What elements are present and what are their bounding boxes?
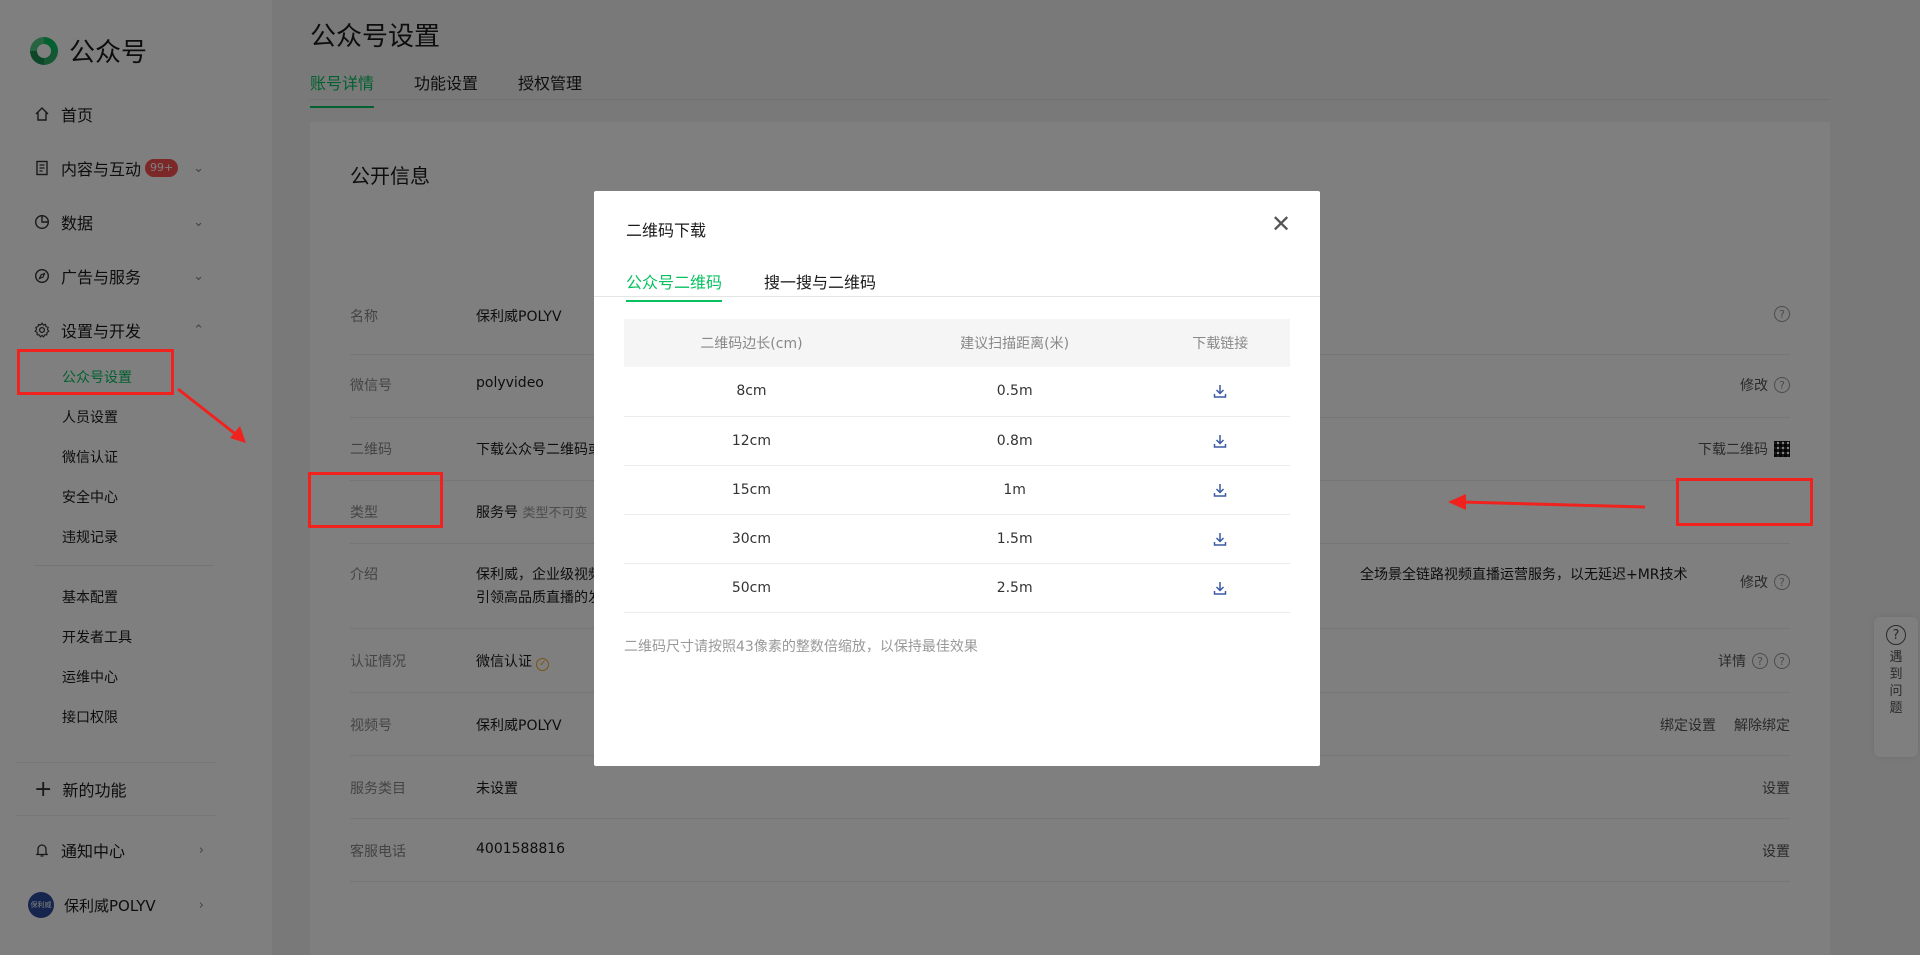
download-icon[interactable] [1212,433,1228,449]
modal-tabs-divider [594,296,1320,297]
distance-cell: 0.8m [878,416,1151,466]
download-cell [1150,367,1290,417]
download-icon[interactable] [1212,383,1228,399]
size-cell: 50cm [624,563,879,613]
tab-official-qrcode[interactable]: 公众号二维码 [626,269,723,302]
tab-search-qrcode[interactable]: 搜一搜与二维码 [764,269,876,302]
column-header: 建议扫描距离(米) [878,319,1151,367]
modal-title: 二维码下载 [626,221,707,240]
download-cell [1150,465,1290,515]
download-cell [1150,514,1290,564]
size-note: 二维码尺寸请按照43像素的整数倍缩放，以保持最佳效果 [624,639,978,655]
column-header: 二维码边长(cm) [624,319,879,367]
table-row: 8cm 0.5m [624,367,1290,417]
distance-cell: 1m [878,465,1151,515]
close-icon[interactable]: ✕ [1270,212,1292,236]
size-cell: 15cm [624,465,879,515]
qrcode-download-modal: 二维码下载 ✕ 公众号二维码 搜一搜与二维码 二维码边长(cm) 建议扫描距离(… [594,191,1320,766]
table-row: 15cm 1m [624,465,1290,515]
arrowhead [230,426,246,443]
arrowhead [1448,494,1466,510]
download-icon[interactable] [1212,482,1228,498]
size-cell: 30cm [624,514,879,564]
table-row: 12cm 0.8m [624,416,1290,466]
modal-tab-bar: 公众号二维码 搜一搜与二维码 [626,269,876,302]
distance-cell: 1.5m [878,514,1151,564]
column-header: 下载链接 [1150,319,1290,367]
download-cell [1150,563,1290,613]
download-icon[interactable] [1212,531,1228,547]
download-icon[interactable] [1212,580,1228,596]
distance-cell: 0.5m [878,367,1151,417]
qrcode-size-table: 二维码边长(cm) 建议扫描距离(米) 下载链接 8cm 0.5m 12cm 0… [624,319,1290,613]
size-cell: 8cm [624,367,879,417]
size-cell: 12cm [624,416,879,466]
download-cell [1150,416,1290,466]
annotation-arrow [177,387,239,438]
annotation-arrow [1461,500,1646,509]
table-row: 30cm 1.5m [624,514,1290,564]
distance-cell: 2.5m [878,563,1151,613]
table-header-row: 二维码边长(cm) 建议扫描距离(米) 下载链接 [624,319,1290,367]
table-row: 50cm 2.5m [624,563,1290,613]
